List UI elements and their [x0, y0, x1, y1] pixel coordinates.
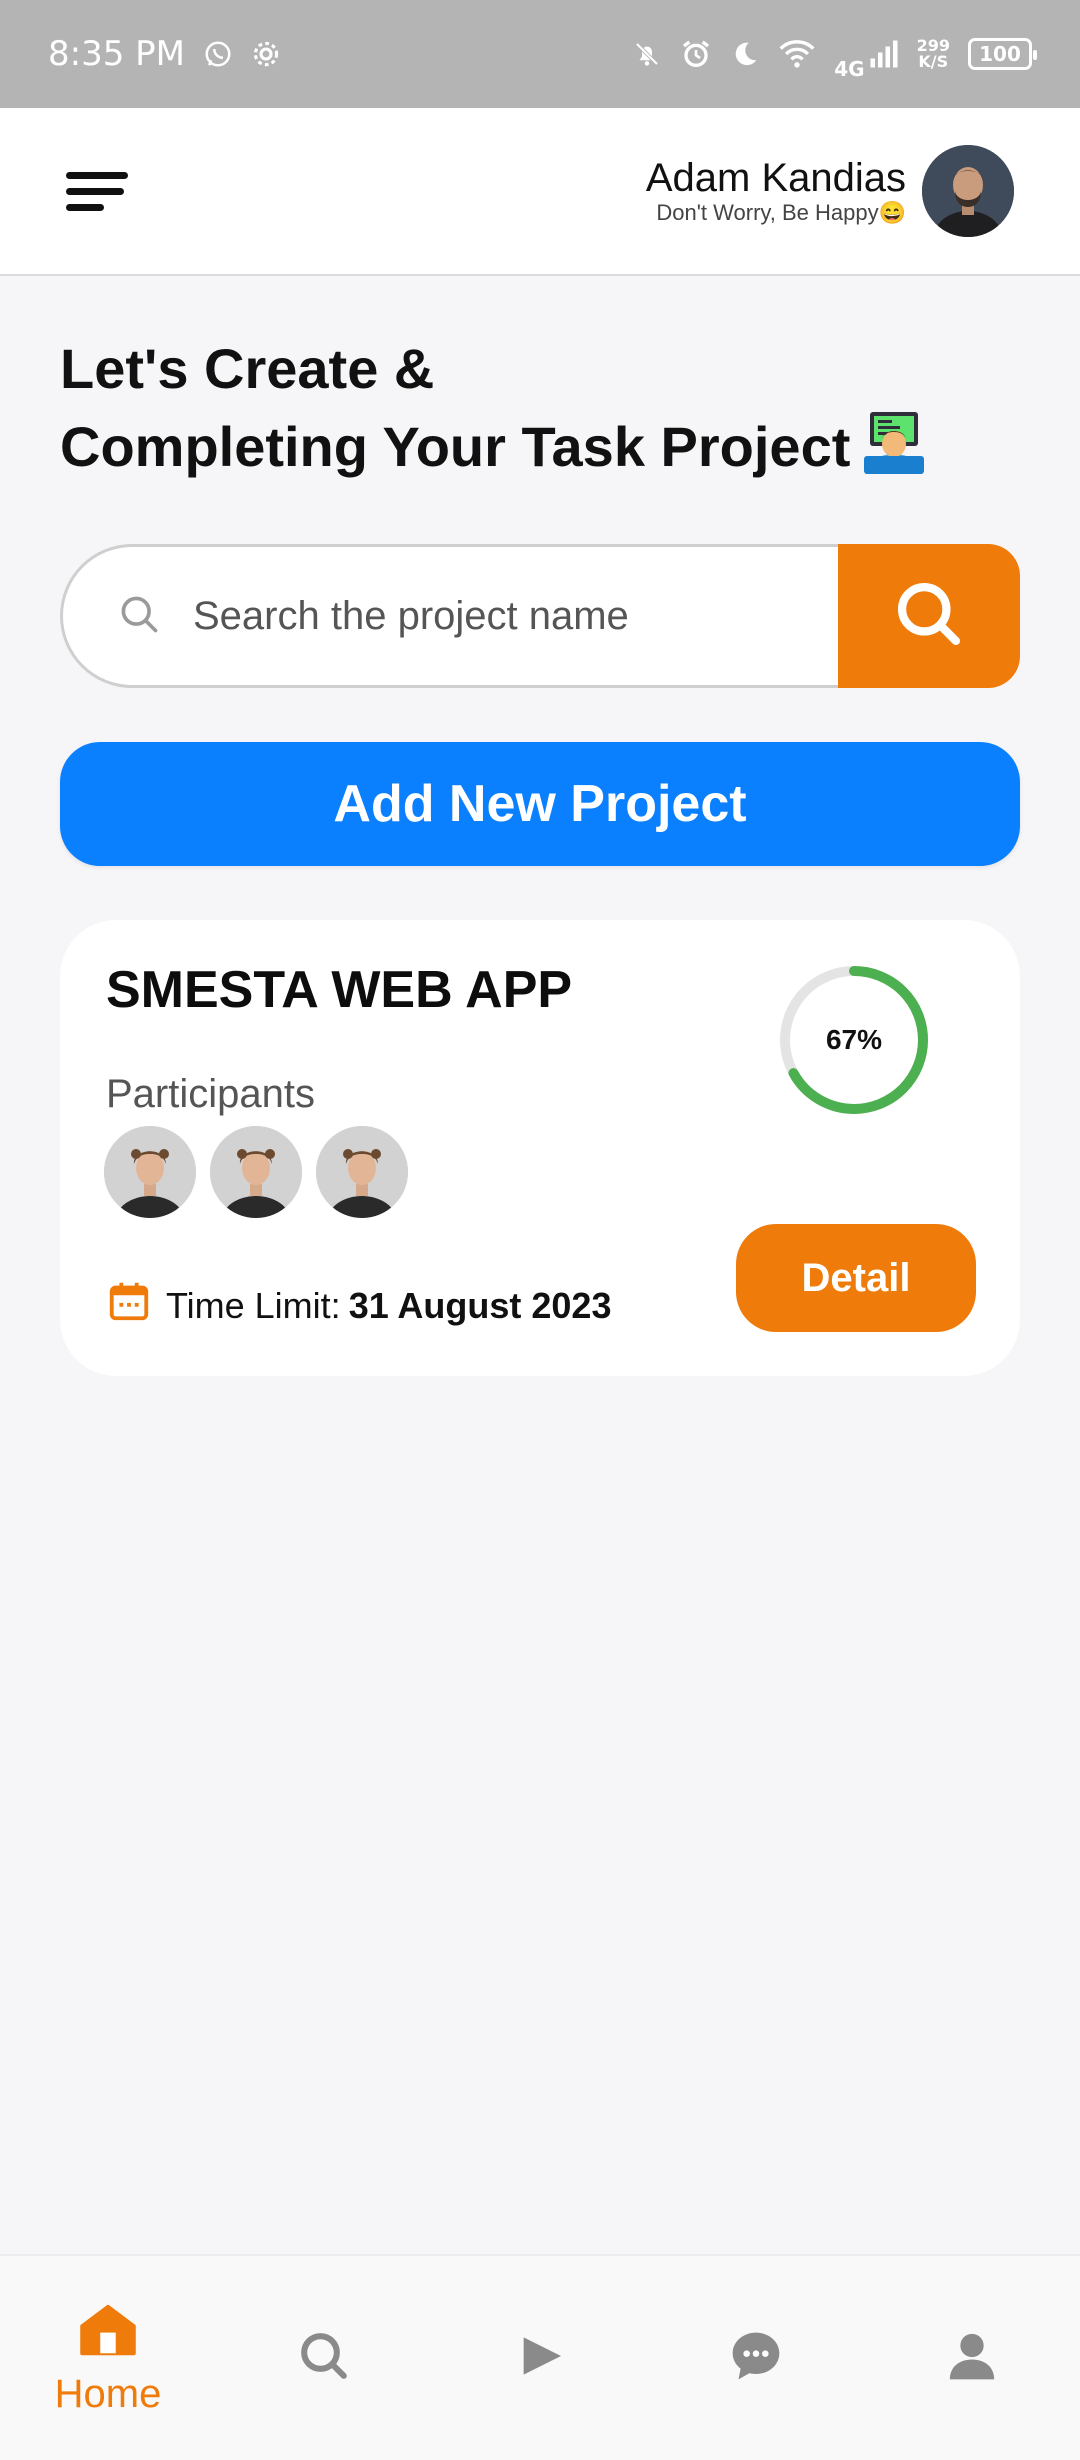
detail-button[interactable]: Detail	[736, 1224, 976, 1332]
profile-icon	[944, 2328, 1000, 2389]
search-icon	[296, 2328, 352, 2389]
technologist-icon	[860, 410, 928, 494]
user-text: Adam Kandias Don't Worry, Be Happy😄	[646, 156, 906, 226]
search-icon	[117, 592, 161, 641]
participant-avatar[interactable]	[104, 1126, 196, 1218]
nav-profile[interactable]	[872, 2328, 1072, 2389]
user-block[interactable]: Adam Kandias Don't Worry, Be Happy😄	[646, 145, 1014, 237]
nav-play[interactable]	[440, 2328, 640, 2389]
status-time: 8:35 PM	[48, 34, 185, 74]
play-icon	[512, 2328, 568, 2389]
headline-line-1: Let's Create &	[60, 337, 435, 400]
participant-avatar[interactable]	[210, 1126, 302, 1218]
moon-icon	[730, 39, 760, 69]
time-limit-label: Time Limit:	[166, 1284, 341, 1326]
signal-icon	[869, 39, 899, 69]
status-bar: 8:35 PM 4G 299 K/S 100	[0, 0, 1080, 108]
battery-indicator: 100	[968, 38, 1037, 70]
net-speed: 299 K/S	[917, 38, 950, 70]
app-header: Adam Kandias Don't Worry, Be Happy😄	[0, 108, 1080, 276]
user-tagline: Don't Worry, Be Happy😄	[656, 200, 906, 225]
participants-label: Participants	[106, 1072, 315, 1116]
alarm-icon	[680, 38, 712, 70]
network-type: 4G	[834, 57, 865, 81]
avatar[interactable]	[922, 145, 1014, 237]
settings-gear-icon	[251, 39, 281, 69]
project-title: SMESTA WEB APP	[106, 961, 573, 1019]
page-headline: Let's Create & Completing Your Task Proj…	[60, 330, 1020, 494]
home-icon	[77, 2299, 139, 2366]
search-field-container[interactable]	[60, 544, 838, 688]
time-limit-value: 31 August 2023	[348, 1284, 612, 1326]
wifi-icon	[778, 39, 816, 69]
bottom-nav: Home	[0, 2254, 1080, 2460]
participants-list	[104, 1126, 408, 1218]
add-new-project-button[interactable]: Add New Project	[60, 742, 1020, 866]
bell-muted-icon	[632, 39, 662, 69]
nav-home-label: Home	[54, 2372, 162, 2416]
search-bar	[60, 544, 1020, 688]
project-card: SMESTA WEB APP 67% Participants Time Lim…	[60, 920, 1020, 1376]
nav-search[interactable]	[224, 2328, 424, 2389]
nav-home[interactable]: Home	[8, 2299, 208, 2417]
headline-line-2: Completing Your Task Project	[60, 415, 851, 478]
nav-chat[interactable]	[656, 2328, 856, 2389]
search-button-icon	[891, 576, 967, 657]
search-button[interactable]	[838, 544, 1020, 688]
headline-line-2-wrap: Completing Your Task Project	[60, 408, 1020, 494]
whatsapp-icon	[203, 39, 233, 69]
progress-percent: 67%	[825, 1024, 883, 1055]
user-name: Adam Kandias	[645, 156, 906, 200]
participant-avatar[interactable]	[316, 1126, 408, 1218]
menu-icon[interactable]	[66, 167, 130, 215]
status-left: 8:35 PM	[48, 34, 281, 74]
status-right: 4G 299 K/S 100	[632, 27, 1037, 81]
time-limit-row: Time Limit: 31 August 2023	[106, 1278, 611, 1333]
calendar-icon	[106, 1278, 152, 1333]
search-input[interactable]	[193, 593, 793, 639]
chat-icon	[728, 2328, 784, 2389]
net-speed-unit: K/S	[918, 52, 949, 71]
